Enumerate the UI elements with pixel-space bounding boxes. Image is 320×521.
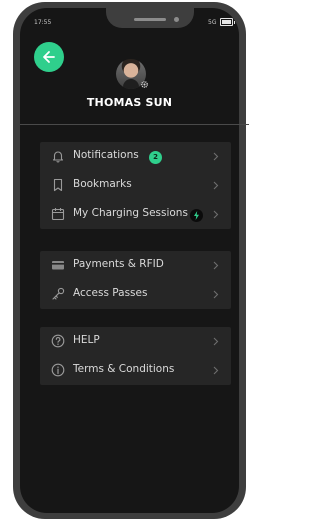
chevron-right-icon bbox=[213, 261, 219, 270]
menu-item-label: Terms & Conditions bbox=[73, 363, 175, 375]
arrow-left-icon bbox=[43, 51, 55, 63]
menu-group-payments: Payments & RFID Access Passes bbox=[40, 251, 231, 309]
menu-item-notifications[interactable]: Notifications 2 bbox=[40, 142, 231, 171]
chevron-right-icon bbox=[213, 210, 219, 219]
menu-item-payments-rfid[interactable]: Payments & RFID bbox=[40, 251, 231, 280]
menu-item-bookmarks[interactable]: Bookmarks bbox=[40, 171, 231, 200]
back-button[interactable] bbox=[34, 42, 64, 72]
status-indicators: 5G bbox=[208, 18, 236, 26]
menu-item-label: Notifications bbox=[73, 149, 139, 161]
menu-item-label: Payments & RFID bbox=[73, 258, 164, 270]
status-time: 17:55 bbox=[34, 19, 52, 26]
menu-item-label: Access Passes bbox=[73, 287, 148, 299]
chevron-right-icon bbox=[213, 152, 219, 161]
chevron-right-icon bbox=[213, 181, 219, 190]
chevron-right-icon bbox=[213, 337, 219, 346]
menu-item-help[interactable]: HELP bbox=[40, 327, 231, 356]
chevron-right-icon bbox=[213, 290, 219, 299]
calendar-icon bbox=[51, 208, 65, 221]
menu-item-access-passes[interactable]: Access Passes bbox=[40, 280, 231, 309]
key-icon bbox=[52, 287, 65, 300]
menu-group-support: HELP Terms & Conditions bbox=[40, 327, 231, 385]
menu-item-charging-sessions[interactable]: My Charging Sessions bbox=[40, 200, 231, 229]
header-divider bbox=[20, 124, 249, 125]
menu-group-activity: Notifications 2 Bookmarks My Charging Se… bbox=[40, 142, 231, 229]
front-camera bbox=[174, 17, 179, 22]
help-icon bbox=[51, 334, 65, 348]
bell-icon bbox=[52, 151, 64, 163]
menu-item-label: HELP bbox=[73, 334, 100, 346]
charging-status-badge bbox=[190, 209, 203, 222]
bookmark-icon bbox=[53, 178, 63, 192]
network-label: 5G bbox=[208, 18, 217, 26]
gear-icon[interactable] bbox=[140, 80, 149, 89]
chevron-right-icon bbox=[213, 366, 219, 375]
phone-notch bbox=[106, 8, 194, 28]
notification-count-badge: 2 bbox=[149, 151, 162, 164]
menu-item-label: Bookmarks bbox=[73, 178, 132, 190]
menu-item-label: My Charging Sessions bbox=[73, 207, 188, 219]
lightning-bolt-icon bbox=[194, 211, 199, 220]
battery-icon bbox=[220, 18, 236, 26]
profile-name: THOMAS SUN bbox=[86, 96, 173, 109]
battery-level bbox=[222, 20, 231, 24]
menu-item-terms-conditions[interactable]: Terms & Conditions bbox=[40, 356, 231, 385]
speaker-grille bbox=[134, 18, 166, 21]
info-icon bbox=[51, 363, 65, 377]
card-icon bbox=[52, 261, 64, 270]
